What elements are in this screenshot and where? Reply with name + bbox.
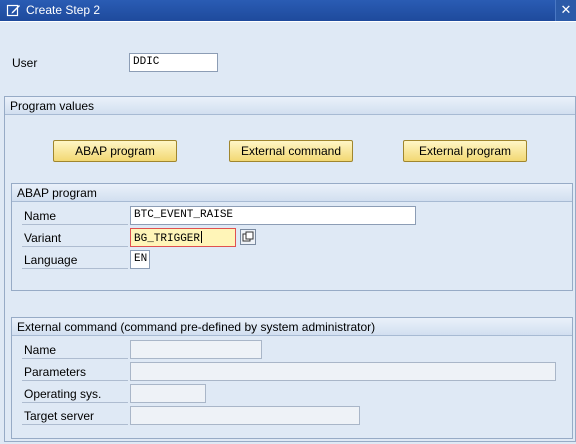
abap-name-label: Name <box>22 206 128 225</box>
copy-icon <box>242 231 254 242</box>
external-command-group: External command (command pre-defined by… <box>11 317 573 439</box>
text-cursor <box>201 231 203 243</box>
abap-variant-value: BG_TRIGGER <box>134 233 201 245</box>
ext-parameters-label: Parameters <box>22 362 128 381</box>
abap-program-group: ABAP program Name BTC_EVENT_RAISE Varian… <box>11 183 573 291</box>
close-button[interactable]: ✕ <box>555 0 576 21</box>
abap-program-title: ABAP program <box>12 184 572 202</box>
abap-language-label: Language <box>22 250 128 269</box>
external-command-title: External command (command pre-defined by… <box>12 318 572 336</box>
title-divider <box>0 21 576 22</box>
external-command-button[interactable]: External command <box>229 140 353 162</box>
value-help-button[interactable] <box>240 229 256 245</box>
edit-window-icon <box>6 3 21 18</box>
external-program-button[interactable]: External program <box>403 140 527 162</box>
abap-language-field[interactable]: EN <box>130 250 150 269</box>
ext-target-field[interactable] <box>130 406 360 425</box>
user-label: User <box>12 56 38 70</box>
program-values-title: Program values <box>5 97 575 115</box>
user-field[interactable]: DDIC <box>129 53 218 72</box>
ext-os-field[interactable] <box>130 384 206 403</box>
ext-target-label: Target server <box>22 406 128 425</box>
window-title: Create Step 2 <box>26 3 101 17</box>
abap-variant-field[interactable]: BG_TRIGGER <box>130 228 236 247</box>
ext-name-label: Name <box>22 340 128 359</box>
abap-program-button[interactable]: ABAP program <box>53 140 177 162</box>
program-values-group: Program values ABAP program External com… <box>4 96 576 442</box>
title-bar: Create Step 2 ✕ <box>0 0 576 21</box>
abap-variant-label: Variant <box>22 228 128 247</box>
abap-name-field[interactable]: BTC_EVENT_RAISE <box>130 206 416 225</box>
ext-os-label: Operating sys. <box>22 384 128 403</box>
ext-parameters-field[interactable] <box>130 362 556 381</box>
ext-name-field[interactable] <box>130 340 262 359</box>
